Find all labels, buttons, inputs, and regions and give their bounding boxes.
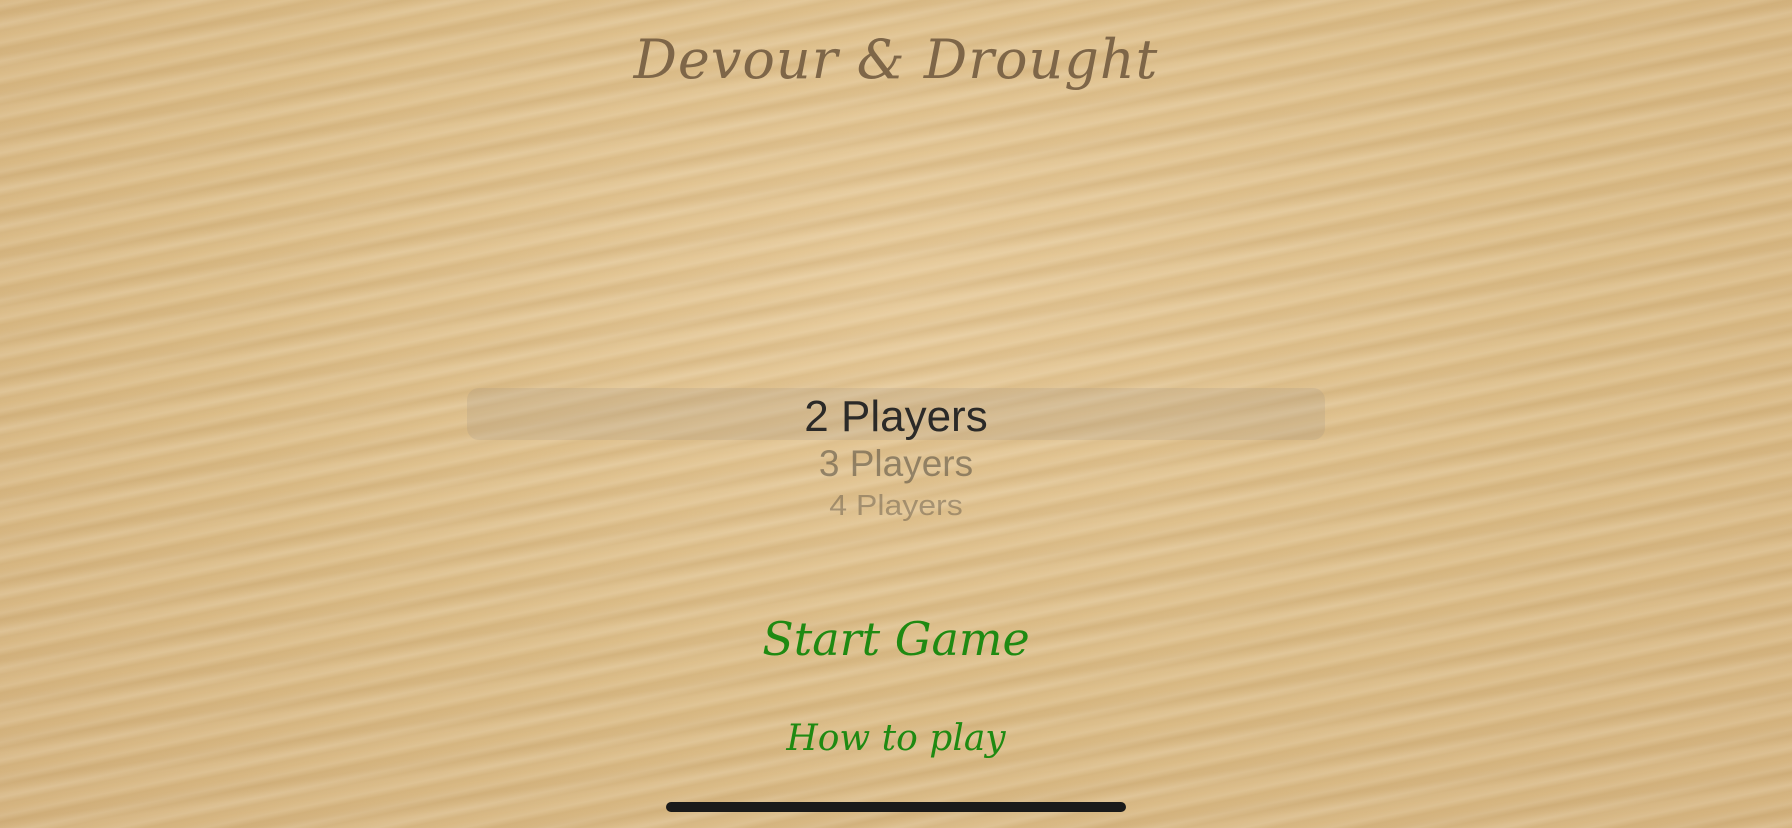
game-title: Devour & Drought xyxy=(633,28,1159,91)
player-count-picker[interactable]: 2 Players 3 Players 4 Players xyxy=(467,388,1325,522)
home-indicator[interactable] xyxy=(666,802,1126,812)
start-game-button[interactable]: Start Game xyxy=(696,612,1096,666)
picker-option-4-players[interactable]: 4 Players xyxy=(467,489,1325,522)
how-to-play-button[interactable]: How to play xyxy=(696,718,1096,759)
picker-option-2-players[interactable]: 2 Players xyxy=(467,392,1325,442)
picker-option-3-players[interactable]: 3 Players xyxy=(467,443,1325,485)
